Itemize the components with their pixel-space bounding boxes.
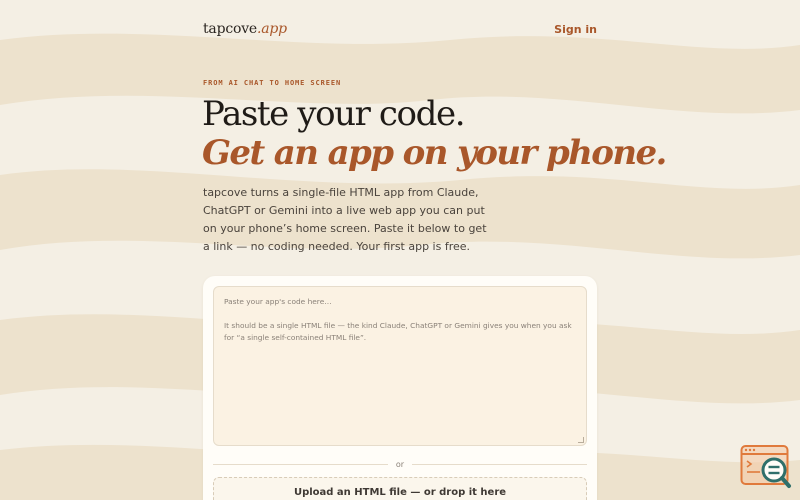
resize-handle[interactable] xyxy=(578,437,584,443)
logo-text: tapcove xyxy=(203,21,257,37)
headline-accent: Get an app on your phone. xyxy=(202,133,667,173)
divider-line-right xyxy=(412,463,587,465)
placeholder-line-1: Paste your app's code here… xyxy=(224,297,332,306)
divider-text: or xyxy=(395,459,405,469)
signin-link[interactable]: Sign in xyxy=(554,23,597,36)
logo-suffix: .app xyxy=(257,21,287,37)
code-window-search-icon[interactable] xyxy=(740,444,792,490)
eyebrow: FROM AI CHAT TO HOME SCREEN xyxy=(203,79,342,87)
paste-card: Paste your app's code here… It should be… xyxy=(203,276,597,500)
lede-paragraph: tapcove turns a single-file HTML app fro… xyxy=(203,186,487,253)
divider-line-left xyxy=(213,463,388,465)
logo[interactable]: tapcove.app xyxy=(203,21,287,37)
upload-dropzone[interactable]: Upload an HTML file — or drop it here xyxy=(213,477,587,500)
code-textarea[interactable]: Paste your app's code here… It should be… xyxy=(213,286,587,446)
site-header: tapcove.app Sign in xyxy=(203,19,597,39)
headline: Paste your code. xyxy=(202,94,466,134)
placeholder-line-2: It should be a single HTML file — the ki… xyxy=(224,321,572,342)
landing-page: tapcove.app Sign in FROM AI CHAT TO HOME… xyxy=(0,0,800,500)
or-divider: or xyxy=(213,457,587,471)
